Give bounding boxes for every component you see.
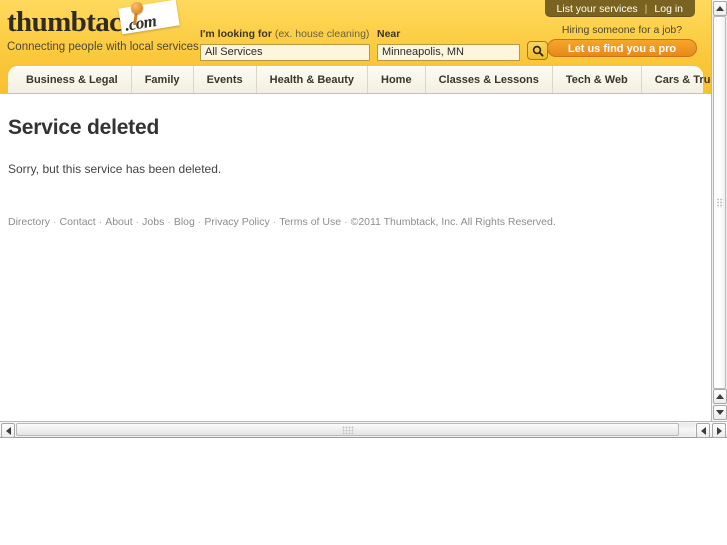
nav-item-health-beauty[interactable]: Health & Beauty <box>257 66 368 93</box>
nav-item-home[interactable]: Home <box>368 66 426 93</box>
near-field-label: Near <box>377 28 520 40</box>
horizontal-scroll-thumb[interactable] <box>16 423 679 436</box>
footer-sep-3: · <box>135 216 140 228</box>
thumbtack-pin-icon <box>131 2 143 14</box>
footer-link-terms-of-use[interactable]: Terms of Use <box>279 216 341 228</box>
search-form: I'm looking for (ex. house cleaning) Nea… <box>200 28 548 61</box>
list-your-services-link[interactable]: List your services <box>557 3 638 15</box>
footer-sep-7: · <box>344 216 348 228</box>
arrow-up-icon-secondary <box>716 394 724 399</box>
footer-sep-2: · <box>98 216 103 228</box>
arrow-down-icon <box>716 410 724 415</box>
footer-sep-5: · <box>197 216 202 228</box>
vertical-scrollbar[interactable] <box>711 0 727 421</box>
nav-item-cars-trucks[interactable]: Cars & Trucks <box>642 66 711 93</box>
near-field-group: Near <box>377 28 520 61</box>
footer-sep-6: · <box>272 216 277 228</box>
arrow-left-icon <box>5 426 11 435</box>
site-header: thumbtack .com Connecting people with lo… <box>0 0 711 66</box>
arrow-up-icon <box>716 6 724 11</box>
logo-word-text: thumbtack <box>7 6 138 38</box>
find-a-pro-button[interactable]: Let us find you a pro <box>547 39 697 57</box>
footer-link-blog[interactable]: Blog <box>174 216 195 228</box>
service-label-bold: I'm looking for <box>200 28 272 40</box>
scroll-left-button-secondary[interactable] <box>696 423 710 438</box>
service-field-group: I'm looking for (ex. house cleaning) <box>200 28 370 61</box>
log-in-link[interactable]: Log in <box>654 3 683 15</box>
footer-copyright: ©2011 Thumbtack, Inc. All Rights Reserve… <box>350 216 556 228</box>
page-message: Sorry, but this service has been deleted… <box>8 162 222 176</box>
footer-link-privacy-policy[interactable]: Privacy Policy <box>204 216 269 228</box>
horizontal-scrollbar[interactable] <box>0 421 727 438</box>
nav-bar-wrapper: Business & Legal Family Events Health & … <box>0 66 711 94</box>
arrow-right-icon <box>716 426 722 435</box>
nav-item-business-legal[interactable]: Business & Legal <box>8 66 132 93</box>
browser-viewport: thumbtack .com Connecting people with lo… <box>0 0 711 421</box>
page-title: Service deleted <box>8 116 160 139</box>
footer-link-about[interactable]: About <box>105 216 132 228</box>
account-bar: List your services | Log in <box>544 0 695 17</box>
footer-sep-4: · <box>167 216 171 228</box>
near-input[interactable] <box>377 43 520 61</box>
arrow-left-icon-secondary <box>700 426 706 435</box>
service-input[interactable] <box>200 43 370 61</box>
scroll-left-button[interactable] <box>1 423 15 438</box>
logo-wordmark: thumbtack .com <box>7 0 197 38</box>
logo-tagline: Connecting people with local services <box>7 41 199 53</box>
search-icon <box>532 45 544 57</box>
service-label-hint: (ex. house cleaning) <box>274 28 370 40</box>
vertical-scroll-track[interactable] <box>712 16 727 389</box>
site-logo[interactable]: thumbtack .com Connecting people with lo… <box>7 0 199 53</box>
search-button[interactable] <box>527 41 548 60</box>
hire-promo: Hiring someone for a job? Let us find yo… <box>547 24 697 57</box>
scroll-down-button[interactable] <box>713 405 727 420</box>
hire-prompt: Hiring someone for a job? <box>561 24 683 36</box>
scroll-up-button[interactable] <box>713 1 727 16</box>
footer-link-contact[interactable]: Contact <box>60 216 96 228</box>
nav-item-tech-web[interactable]: Tech & Web <box>553 66 642 93</box>
near-label-bold: Near <box>377 28 401 40</box>
footer-link-directory[interactable]: Directory <box>8 216 50 228</box>
account-separator: | <box>644 2 648 15</box>
scroll-grip-icon-horizontal <box>341 425 354 434</box>
below-viewport-area <box>0 439 727 545</box>
category-nav: Business & Legal Family Events Health & … <box>8 66 711 93</box>
nav-item-family[interactable]: Family <box>132 66 194 93</box>
scroll-grip-icon <box>716 197 723 208</box>
nav-item-events[interactable]: Events <box>194 66 257 93</box>
service-field-label: I'm looking for (ex. house cleaning) <box>200 28 370 40</box>
nav-item-classes-lessons[interactable]: Classes & Lessons <box>426 66 553 93</box>
scroll-up-button-secondary[interactable] <box>713 389 727 404</box>
vertical-scroll-thumb[interactable] <box>713 16 726 389</box>
main-content: Service deleted Sorry, but this service … <box>0 94 711 228</box>
footer-link-jobs[interactable]: Jobs <box>142 216 164 228</box>
site-footer: Directory · Contact · About · Jobs · Blog · Privac… <box>8 216 703 228</box>
footer-sep-1: · <box>53 216 57 228</box>
scroll-right-button[interactable] <box>712 423 726 438</box>
horizontal-scroll-track[interactable] <box>16 423 695 436</box>
